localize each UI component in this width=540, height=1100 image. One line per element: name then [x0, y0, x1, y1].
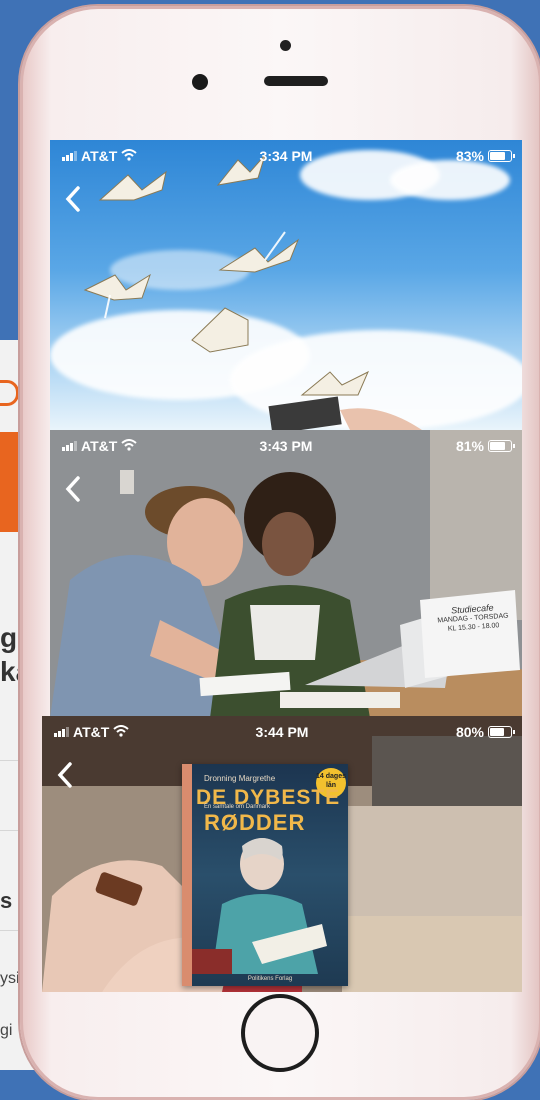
earpiece-speaker — [264, 76, 328, 86]
status-time: 3:44 PM — [255, 724, 309, 740]
logo-ring-icon — [0, 380, 19, 406]
book-subtitle: En samtale om Danmark — [204, 804, 271, 810]
book-cover: 14 dages lån Dronning Margrethe DE DYBES… — [182, 764, 348, 986]
sensor-dot — [280, 40, 291, 51]
status-time: 3:43 PM — [259, 438, 313, 454]
book-author: Dronning Margrethe — [204, 774, 276, 783]
home-button[interactable] — [241, 994, 319, 1072]
screenshot-sky-books: AT&T 3:34 PM 83% — [50, 140, 522, 430]
status-bar: AT&T 3:44 PM 80% — [42, 716, 522, 746]
text-fragment: g — [0, 622, 18, 653]
screenshot-study-cafe: Studiecafe MANDAG - TORSDAG KL 15.30 - 1… — [50, 430, 522, 718]
battery-icon — [488, 726, 515, 738]
back-chevron-icon[interactable] — [62, 182, 84, 216]
students-studying-photo — [50, 430, 522, 718]
status-bar: AT&T 3:43 PM 81% — [50, 430, 522, 460]
back-chevron-icon[interactable] — [54, 758, 76, 792]
text-fragment: ysi — [0, 970, 20, 987]
text-fragment: s — [0, 888, 13, 913]
battery: 80% — [455, 724, 515, 740]
front-camera — [192, 74, 208, 90]
book-title-line2: RØDDER — [204, 810, 306, 835]
author-portrait — [192, 838, 327, 974]
text-fragment: gi — [0, 1022, 13, 1039]
battery-icon — [488, 150, 515, 162]
back-chevron-icon[interactable] — [62, 472, 84, 506]
screenshot-book-loan: 14 dages lån Dronning Margrethe DE DYBES… — [42, 716, 522, 992]
battery: 83% — [455, 148, 515, 164]
battery: 81% — [455, 438, 515, 454]
status-bar: AT&T 3:34 PM 83% — [50, 140, 522, 170]
flying-books-illustration — [83, 154, 422, 430]
battery-percent: 80% — [455, 724, 484, 740]
book-publisher: Politikens Forlag — [247, 976, 293, 982]
battery-icon — [488, 440, 515, 452]
status-time: 3:34 PM — [259, 148, 313, 164]
battery-percent: 83% — [455, 148, 484, 164]
battery-percent: 81% — [455, 438, 484, 454]
